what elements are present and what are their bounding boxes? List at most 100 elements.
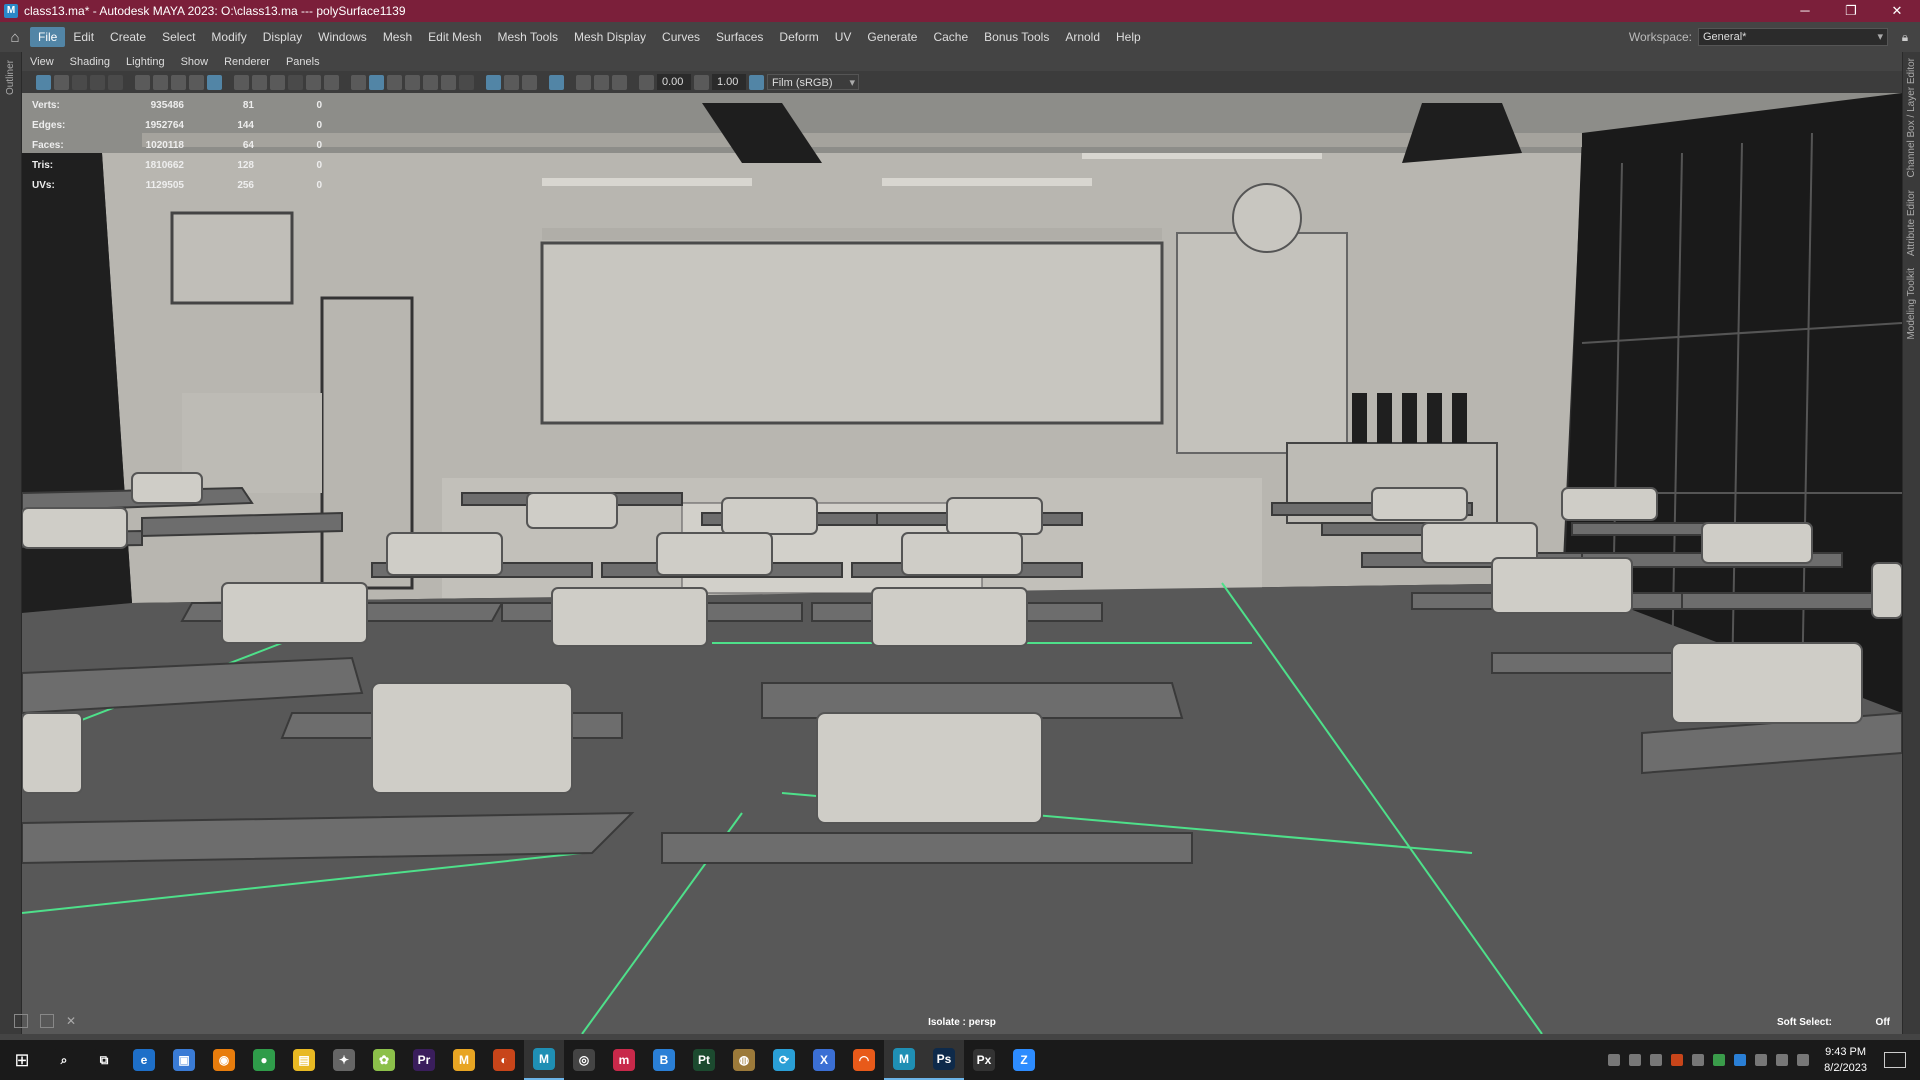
- snap-icon[interactable]: [207, 74, 222, 90]
- taskbar-painter-icon[interactable]: Pt: [684, 1040, 724, 1080]
- two-d-pan-icon[interactable]: [108, 74, 123, 90]
- menu-create[interactable]: Create: [102, 27, 154, 47]
- restore-button[interactable]: ❐: [1828, 0, 1874, 22]
- taskbar-houdini-icon[interactable]: ◠: [844, 1040, 884, 1080]
- home-icon[interactable]: ⌂: [0, 29, 30, 46]
- select-camera-icon[interactable]: [36, 74, 51, 90]
- taskbar-search-icon[interactable]: ⌕: [44, 1040, 84, 1080]
- film-gate-icon[interactable]: [171, 74, 186, 90]
- antialiasing-icon[interactable]: [594, 74, 609, 90]
- image-plane-icon[interactable]: [90, 74, 105, 90]
- menu-edit[interactable]: Edit: [65, 27, 102, 47]
- textured-icon[interactable]: [405, 74, 420, 90]
- grid-icon[interactable]: [153, 74, 168, 90]
- taskbar-maya-2-icon[interactable]: M: [884, 1040, 924, 1080]
- menu-deform[interactable]: Deform: [771, 27, 826, 47]
- gate-mask-icon[interactable]: [270, 74, 285, 90]
- close-panel-icon[interactable]: ✕: [66, 1014, 76, 1028]
- menu-surfaces[interactable]: Surfaces: [708, 27, 771, 47]
- channel-box-tab[interactable]: Channel Box / Layer Editor: [1906, 58, 1917, 178]
- menu-edit-mesh[interactable]: Edit Mesh: [420, 27, 489, 47]
- pen-icon[interactable]: [1797, 1054, 1810, 1066]
- bookmarks-icon[interactable]: [72, 74, 87, 90]
- taskbar-pixologic-icon[interactable]: Px: [964, 1040, 1004, 1080]
- xray-icon[interactable]: [324, 74, 339, 90]
- panel-menu-show[interactable]: Show: [173, 56, 217, 68]
- shield-icon[interactable]: [1692, 1054, 1705, 1066]
- panel-menu-view[interactable]: View: [22, 56, 62, 68]
- modeling-toolkit-tab[interactable]: Modeling Toolkit: [1906, 268, 1917, 340]
- taskbar-maya-icon[interactable]: M: [524, 1040, 564, 1080]
- taskbar-task-view-icon[interactable]: ⧉: [84, 1040, 124, 1080]
- battery-icon[interactable]: [1755, 1054, 1768, 1066]
- maximize-panel-icon[interactable]: [40, 1014, 54, 1028]
- color-space-dropdown[interactable]: Film (sRGB): [767, 74, 859, 91]
- taskbar-edge-icon[interactable]: e: [124, 1040, 164, 1080]
- usb-icon[interactable]: [1608, 1054, 1621, 1066]
- smooth-shade-icon[interactable]: [369, 74, 384, 90]
- isolate-active-icon[interactable]: [549, 74, 564, 90]
- language-icon[interactable]: [1650, 1054, 1663, 1066]
- menu-modify[interactable]: Modify: [203, 27, 254, 47]
- menu-file[interactable]: File: [30, 27, 66, 47]
- outliner-label[interactable]: Outliner: [5, 60, 16, 95]
- xray-joints-icon[interactable]: [504, 74, 519, 90]
- taskbar-marmoset-icon[interactable]: M: [444, 1040, 484, 1080]
- taskbar-app-leaf-icon[interactable]: ✿: [364, 1040, 404, 1080]
- workspace-dropdown[interactable]: General*: [1698, 28, 1888, 46]
- ambient-occlusion-icon[interactable]: [459, 74, 474, 90]
- windows-start-icon[interactable]: ⊞: [0, 1040, 44, 1080]
- panel-menu-panels[interactable]: Panels: [278, 56, 328, 68]
- tray-app-blue-icon[interactable]: [1734, 1054, 1747, 1066]
- panel-menu-shading[interactable]: Shading: [62, 56, 118, 68]
- attribute-editor-tab[interactable]: Attribute Editor: [1906, 190, 1917, 256]
- menu-bonus-tools[interactable]: Bonus Tools: [976, 27, 1057, 47]
- taskbar-app-b-icon[interactable]: B: [644, 1040, 684, 1080]
- taskbar-blender-icon[interactable]: ◉: [204, 1040, 244, 1080]
- camera-attributes-icon[interactable]: [54, 74, 69, 90]
- safe-title-icon[interactable]: [252, 74, 267, 90]
- notification-icon[interactable]: [1884, 1052, 1906, 1068]
- taskbar-app-grid-icon[interactable]: ✦: [324, 1040, 364, 1080]
- exposure-field[interactable]: 0.00: [657, 74, 691, 90]
- taskbar-app-globe-icon[interactable]: ◍: [724, 1040, 764, 1080]
- grease-pencil-icon[interactable]: [135, 74, 150, 90]
- system-clock[interactable]: 9:43 PM 8/2/2023: [1824, 1044, 1867, 1076]
- menu-display[interactable]: Display: [255, 27, 310, 47]
- isolate-select-icon[interactable]: [486, 74, 501, 90]
- menu-generate[interactable]: Generate: [859, 27, 925, 47]
- menu-uv[interactable]: UV: [827, 27, 860, 47]
- perspective-viewport[interactable]: Verts: 935486 81 0 Edges: 1952764 144 0 …: [22, 93, 1902, 1034]
- taskbar-app-orange-icon[interactable]: ◐: [484, 1040, 524, 1080]
- use-lights-icon[interactable]: [423, 74, 438, 90]
- wireframe-icon[interactable]: [351, 74, 366, 90]
- display-mode-icon[interactable]: [576, 74, 591, 90]
- tray-app-green-icon[interactable]: [1713, 1054, 1726, 1066]
- network-icon[interactable]: [1629, 1054, 1642, 1066]
- menu-arnold[interactable]: Arnold: [1057, 27, 1108, 47]
- taskbar-premiere-icon[interactable]: Pr: [404, 1040, 444, 1080]
- lock-icon[interactable]: 🔒︎: [1896, 30, 1914, 45]
- taskbar-zoom-icon[interactable]: Z: [1004, 1040, 1044, 1080]
- taskbar-app-cycle-icon[interactable]: ⟳: [764, 1040, 804, 1080]
- taskbar-photoshop-icon[interactable]: Ps: [924, 1040, 964, 1080]
- taskbar-mudbox-icon[interactable]: m: [604, 1040, 644, 1080]
- depth-of-field-icon[interactable]: [612, 74, 627, 90]
- color-management-icon[interactable]: [749, 74, 764, 90]
- taskbar-chrome-icon[interactable]: ●: [244, 1040, 284, 1080]
- menu-windows[interactable]: Windows: [310, 27, 375, 47]
- taskbar-store-icon[interactable]: ▣: [164, 1040, 204, 1080]
- maya-panel-icon[interactable]: [14, 1014, 28, 1028]
- safe-action-icon[interactable]: [234, 74, 249, 90]
- menu-curves[interactable]: Curves: [654, 27, 708, 47]
- tray-app-red-icon[interactable]: [1671, 1054, 1684, 1066]
- close-button[interactable]: ✕: [1874, 0, 1920, 22]
- gamma-icon[interactable]: [694, 74, 709, 90]
- panel-menu-renderer[interactable]: Renderer: [216, 56, 278, 68]
- menu-cache[interactable]: Cache: [925, 27, 976, 47]
- gamma-field[interactable]: 1.00: [712, 74, 746, 90]
- taskbar-app-x-icon[interactable]: X: [804, 1040, 844, 1080]
- wireframe-on-shaded-icon[interactable]: [387, 74, 402, 90]
- isolate-frame-icon[interactable]: [306, 74, 321, 90]
- resolution-gate-icon[interactable]: [189, 74, 204, 90]
